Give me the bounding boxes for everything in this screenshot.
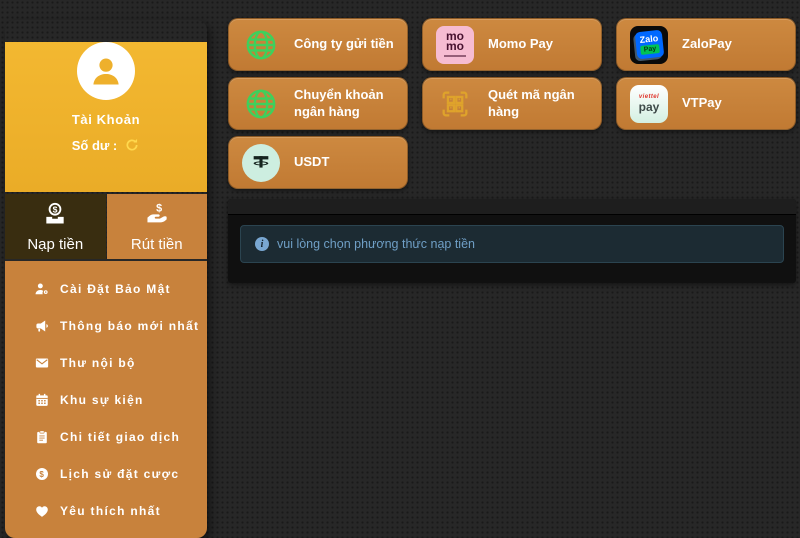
payment-method-label: VTPay xyxy=(682,95,722,111)
account-title: Tài Khoản xyxy=(5,112,207,127)
envelope-icon xyxy=(33,355,50,371)
balance-row: Số dư : xyxy=(5,137,207,153)
sidebar-item-label: Khu sự kiện xyxy=(60,393,144,407)
payment-method-label: USDT xyxy=(294,154,329,170)
svg-text:$: $ xyxy=(53,204,58,214)
heart-icon xyxy=(33,503,50,519)
deposit-panel-body: i vui lòng chọn phương thức nạp tiền xyxy=(228,215,796,283)
sidebar-item-favorites[interactable]: Yêu thích nhất xyxy=(5,492,207,529)
payment-method-label: Quét mã ngân hàng xyxy=(488,87,593,120)
deposit-withdraw-tabs: $ Nạp tiền $ Rút tiền xyxy=(5,194,207,259)
svg-text:$: $ xyxy=(156,202,162,214)
coin-deposit-icon: $ xyxy=(42,201,68,231)
payment-method-vtpay[interactable]: viettelpay VTPay xyxy=(616,77,796,130)
sidebar-item-label: Thư nội bộ xyxy=(60,356,136,370)
info-icon: i xyxy=(255,237,269,251)
sidebar-item-betting-history[interactable]: $ Lịch sử đặt cược xyxy=(5,455,207,492)
deposit-content: Công ty gửi tiềnmomoMomo PayZaloPayZaloP… xyxy=(228,18,796,283)
clipboard-icon xyxy=(33,429,50,445)
payment-method-label: Công ty gửi tiền xyxy=(294,36,394,52)
payment-method-momo-pay[interactable]: momo Momo Pay xyxy=(422,18,602,71)
payment-method-label: Chuyển khoản ngân hàng xyxy=(294,87,399,120)
sidebar-item-label: Thông báo mới nhất xyxy=(60,319,199,333)
sidebar-item-label: Cài Đặt Bảo Mật xyxy=(60,282,171,296)
svg-text:$: $ xyxy=(39,469,44,478)
tab-withdraw[interactable]: $ Rút tiền xyxy=(107,194,208,259)
payment-method-label: ZaloPay xyxy=(682,36,732,52)
alert-text: vui lòng chọn phương thức nạp tiền xyxy=(277,237,475,251)
payment-methods-grid: Công ty gửi tiềnmomoMomo PayZaloPayZaloP… xyxy=(228,18,796,189)
balance-label: Số dư : xyxy=(72,138,118,153)
sidebar-item-event-zone[interactable]: Khu sự kiện xyxy=(5,381,207,418)
sidebar-item-label: Chi tiết giao dịch xyxy=(60,430,180,444)
deposit-panel-header xyxy=(228,199,796,215)
payment-method-usdt[interactable]: USDT xyxy=(228,136,408,189)
deposit-page: { "sidebar": { "account_title": "Tài Kho… xyxy=(0,0,800,523)
tab-label: Nạp tiền xyxy=(27,236,83,253)
payment-method-zalopay[interactable]: ZaloPay ZaloPay xyxy=(616,18,796,71)
payment-method-label: Momo Pay xyxy=(488,36,553,52)
tab-deposit[interactable]: $ Nạp tiền xyxy=(5,194,106,259)
calendar-icon xyxy=(33,392,50,408)
user-icon xyxy=(88,53,124,89)
select-method-alert: i vui lòng chọn phương thức nạp tiền xyxy=(240,225,784,263)
account-sidebar: Tài Khoản Số dư : $ Nạp tiền $ Rút tiền Cài… xyxy=(5,20,207,538)
sidebar-item-label: Lịch sử đặt cược xyxy=(60,467,179,481)
deposit-panel: i vui lòng chọn phương thức nạp tiền xyxy=(228,199,796,283)
globe-icon xyxy=(242,85,280,123)
refresh-balance-icon[interactable] xyxy=(124,137,140,153)
tether-logo xyxy=(242,144,280,182)
momo-logo: momo xyxy=(436,26,474,64)
hand-holding-dollar-icon: $ xyxy=(144,201,170,231)
sidebar-item-label: Yêu thích nhất xyxy=(60,504,161,518)
bullhorn-icon xyxy=(33,318,50,334)
sidebar-item-transaction-details[interactable]: Chi tiết giao dịch xyxy=(5,418,207,455)
sidebar-item-security-settings[interactable]: Cài Đặt Bảo Mật xyxy=(5,270,207,307)
zalopay-logo: ZaloPay xyxy=(630,26,668,64)
avatar xyxy=(77,42,135,100)
payment-method-bank-qr[interactable]: Quét mã ngân hàng xyxy=(422,77,602,130)
payment-method-bank-transfer[interactable]: Chuyển khoản ngân hàng xyxy=(228,77,408,130)
user-gear-icon xyxy=(33,281,50,297)
vtpay-logo: viettelpay xyxy=(630,85,668,123)
tab-label: Rút tiền xyxy=(131,236,183,253)
account-card: Tài Khoản Số dư : xyxy=(5,42,207,192)
qr-code-icon xyxy=(436,85,474,123)
globe-icon xyxy=(242,26,280,64)
sidebar-item-latest-announcements[interactable]: Thông báo mới nhất xyxy=(5,307,207,344)
sidebar-menu: Cài Đặt Bảo Mật Thông báo mới nhất Thư nội… xyxy=(5,261,207,538)
sidebar-item-internal-mail[interactable]: Thư nội bộ xyxy=(5,344,207,381)
payment-method-company-transfer[interactable]: Công ty gửi tiền xyxy=(228,18,408,71)
dollar-circle-icon: $ xyxy=(33,466,50,482)
